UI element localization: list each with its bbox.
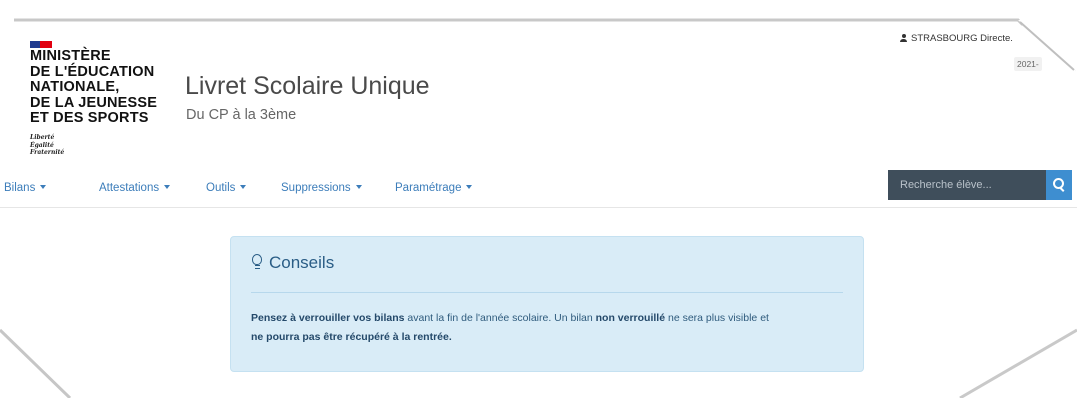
republic-flag-icon: [30, 35, 52, 48]
lightbulb-icon: [251, 254, 263, 270]
search-button[interactable]: [1046, 170, 1072, 200]
caret-down-icon: [355, 185, 362, 189]
nav-divider: [0, 207, 1077, 208]
alert-emphasis-unlocked: non verrouillé: [595, 312, 666, 324]
user-icon: [900, 34, 907, 42]
app-subtitle: Du CP à la 3ème: [186, 107, 297, 123]
school-year-badge: 2021-: [1014, 57, 1042, 71]
nav-suppressions-label: Suppressions: [281, 182, 351, 194]
advice-alert: Conseils Pensez à verrouiller vos bilans…: [230, 236, 864, 372]
ministry-logo-text: MINISTÈRE DE L'ÉDUCATION NATIONALE, DE L…: [30, 48, 158, 126]
nav-bilans[interactable]: Bilans: [4, 182, 47, 194]
alert-heading: Conseils: [251, 253, 334, 273]
nav-parametrage-label: Paramétrage: [395, 182, 462, 194]
alert-text: avant la fin de l'année scolaire. Un bil…: [404, 312, 596, 324]
nav-suppressions[interactable]: Suppressions: [281, 182, 362, 194]
alert-emphasis-lock: Pensez à verrouiller vos bilans: [251, 312, 405, 324]
nav-outils-label: Outils: [206, 182, 236, 194]
app-title[interactable]: Livret Scolaire Unique: [185, 72, 430, 101]
search-icon-handle: [1059, 187, 1065, 192]
nav-bilans-label: Bilans: [4, 182, 36, 194]
caret-down-icon: [466, 185, 473, 189]
alert-emphasis-recovery: ne pourra pas être récupéré à la rentrée…: [251, 331, 452, 343]
user-label: STRASBOURG Directe.: [911, 33, 1013, 44]
republic-devise: Liberté Égalité Fraternité: [30, 134, 65, 156]
nav-attestations[interactable]: Attestations: [99, 182, 171, 194]
student-search-input[interactable]: [888, 170, 1046, 200]
caret-down-icon: [164, 185, 171, 189]
alert-title: Conseils: [269, 253, 335, 272]
caret-down-icon: [240, 185, 247, 189]
alert-divider: [251, 292, 843, 293]
nav-parametrage[interactable]: Paramétrage: [395, 182, 473, 194]
alert-text: ne sera plus visible et: [665, 312, 769, 324]
nav-attestations-label: Attestations: [99, 182, 160, 194]
nav-outils[interactable]: Outils: [206, 182, 247, 194]
caret-down-icon: [40, 185, 47, 189]
alert-message: Pensez à verrouiller vos bilans avant la…: [251, 309, 847, 347]
search-icon: [1053, 178, 1064, 189]
user-menu[interactable]: STRASBOURG Directe.: [900, 33, 1013, 44]
